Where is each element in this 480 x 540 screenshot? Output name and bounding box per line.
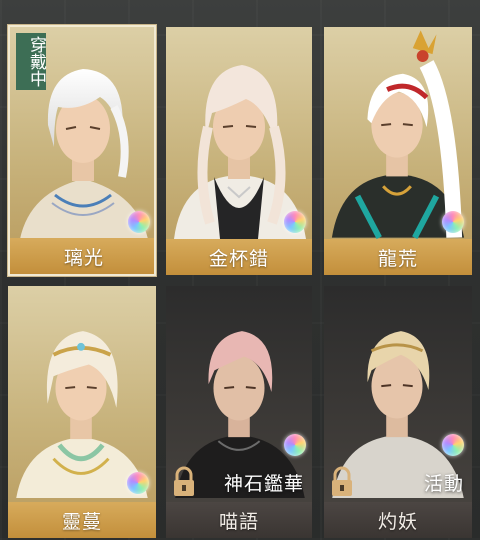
character-portrait — [331, 30, 465, 239]
rainbow-orb-icon — [442, 434, 464, 456]
outfit-card-liuguang[interactable]: 穿戴中 璃光 — [8, 25, 156, 276]
outfit-name: 璃光 — [10, 238, 154, 274]
outfit-name: 靈蔓 — [8, 502, 156, 538]
lock-icon — [332, 466, 352, 496]
character-portrait — [16, 331, 148, 498]
rainbow-orb-icon — [284, 434, 306, 456]
wearing-badge: 穿戴中 — [16, 33, 46, 90]
outfit-card-zhuoyao[interactable]: 活動 灼妖 — [324, 286, 472, 538]
lock-icon — [174, 466, 194, 496]
rainbow-orb-icon — [442, 211, 464, 233]
outfit-name: 灼妖 — [324, 502, 472, 538]
outfit-name: 龍荒 — [324, 239, 472, 275]
rainbow-orb-icon — [127, 472, 149, 494]
outfit-card-jinbeicuo[interactable]: 金杯錯 — [166, 27, 312, 275]
rainbow-orb-icon — [284, 211, 306, 233]
rainbow-orb-icon — [128, 211, 150, 233]
outfit-name: 喵語 — [166, 502, 312, 538]
outfit-card-longhuang[interactable]: 龍荒 — [324, 27, 472, 275]
character-portrait — [174, 65, 306, 239]
source-tag: 神石鑑華 — [223, 473, 304, 495]
source-tag: 活動 — [423, 473, 464, 495]
outfit-name: 金杯錯 — [166, 239, 312, 275]
outfit-card-miaoyu[interactable]: 神石鑑華 喵語 — [166, 286, 312, 538]
outfit-card-lingman[interactable]: 靈蔓 — [8, 286, 156, 538]
